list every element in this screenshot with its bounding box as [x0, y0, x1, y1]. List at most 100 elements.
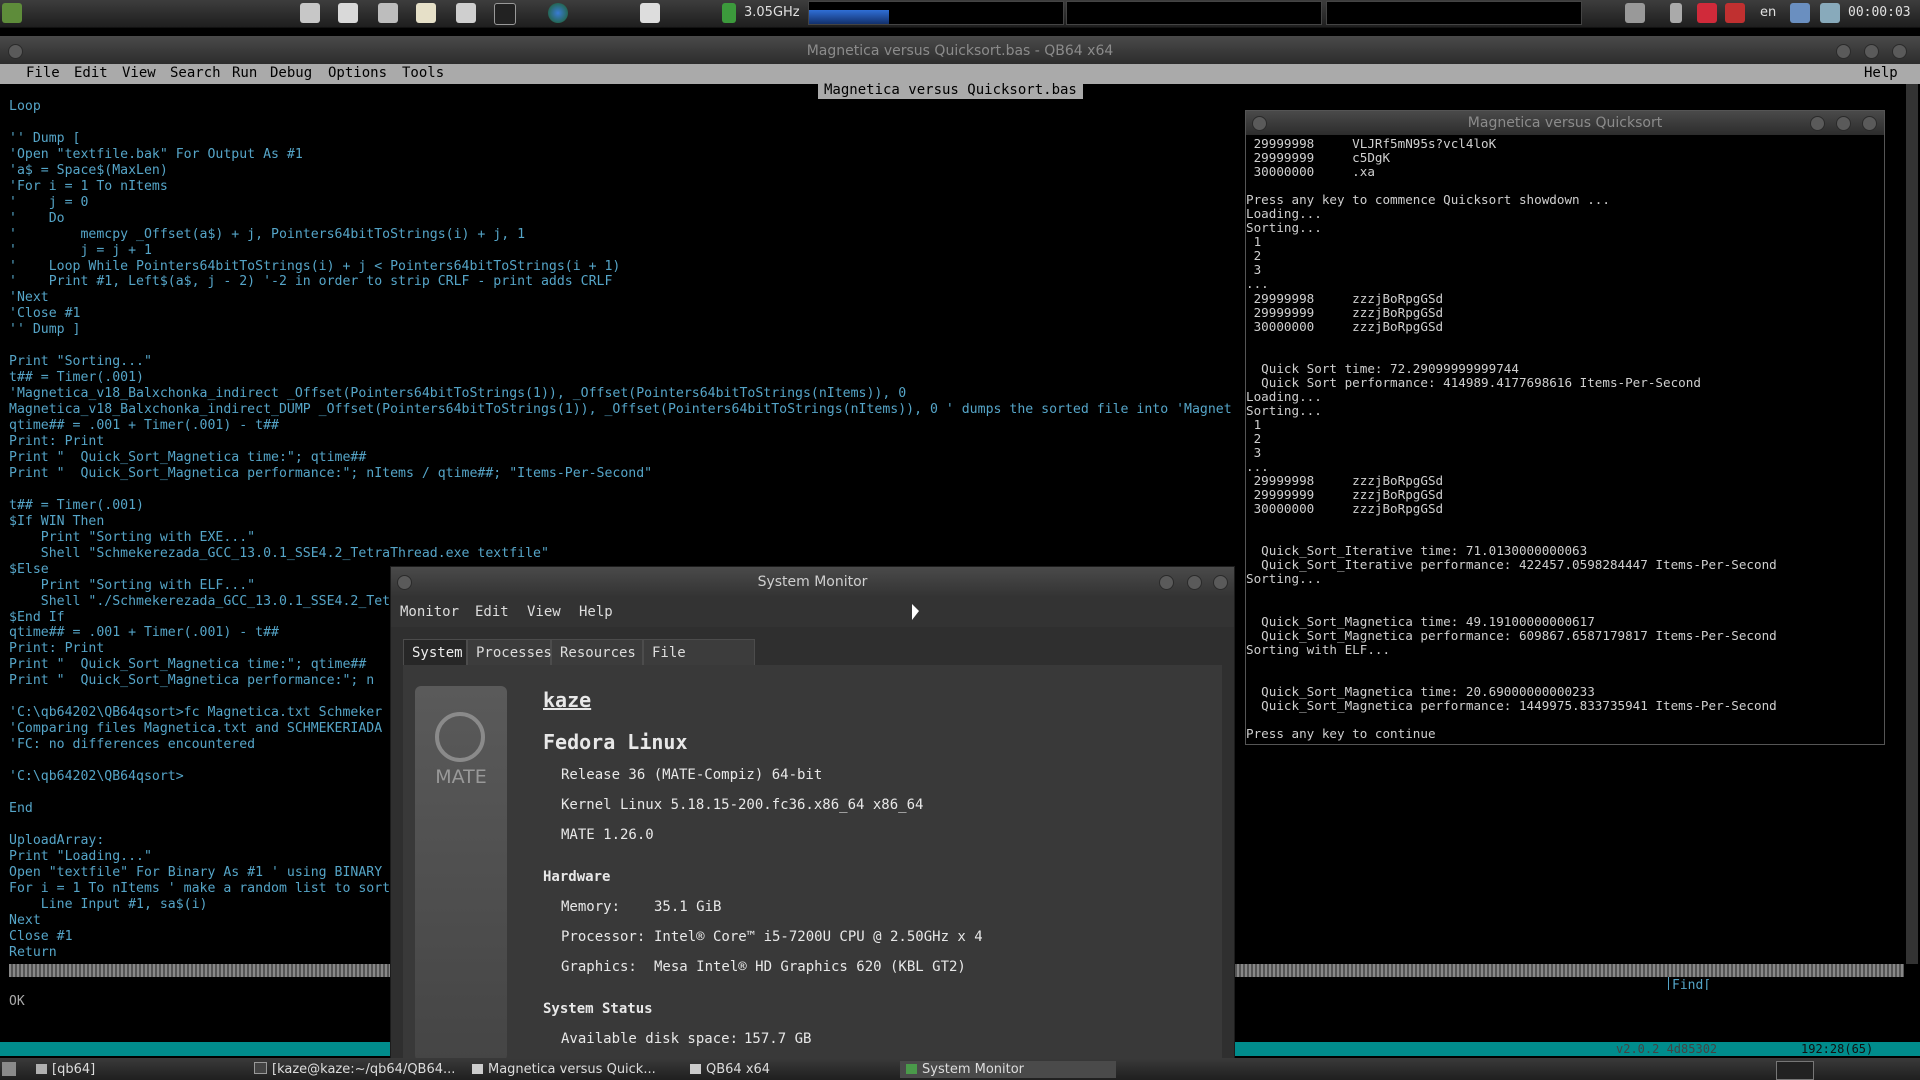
menu-options[interactable]: Options [328, 65, 387, 81]
minimize-icon[interactable] [1810, 116, 1825, 131]
vertical-scrollbar[interactable] [1906, 84, 1918, 964]
os-release: Release 36 (MATE-Compiz) 64-bit [561, 767, 823, 783]
system-monitor-title-bar[interactable]: System Monitor [391, 567, 1234, 597]
mate-logo-icon [435, 712, 485, 762]
mate-logo-text: MATE [435, 766, 487, 788]
qb64-menu-bar: File Edit View Search Run Debug Options … [0, 64, 1920, 84]
window-menu-icon[interactable] [1252, 116, 1267, 131]
memory-value: 35.1 GiB [654, 899, 722, 915]
menu-view[interactable]: View [527, 604, 561, 620]
desktop-version: MATE 1.26.0 [561, 827, 654, 843]
calculator-icon[interactable] [378, 3, 398, 23]
terminal-icon[interactable] [494, 3, 516, 25]
os-name: Fedora Linux [543, 730, 688, 754]
search-icon[interactable] [338, 3, 358, 23]
text-editor-icon[interactable] [416, 3, 436, 23]
cpu-graph [808, 1, 1064, 25]
memory-graph [1066, 1, 1322, 25]
maximize-icon[interactable] [1187, 575, 1202, 590]
minimize-icon[interactable] [1836, 44, 1851, 59]
top-panel: 3.05GHz en 00:00:03 [0, 0, 1920, 28]
file-tab: Magnetica versus Quicksort.bas [818, 82, 1083, 99]
menu-help[interactable]: Help [1864, 65, 1898, 81]
kernel-version: Kernel Linux 5.18.15-200.fc36.x86_64 x86… [561, 797, 924, 813]
system-monitor-menu-bar: Monitor Edit View Help [391, 597, 1234, 627]
clipboard-icon[interactable] [1820, 3, 1840, 23]
taskbar-item-qb64-folder[interactable]: [qb64] [36, 1061, 95, 1078]
taskbar: [qb64] [kaze@kaze:~/qb64/QB64... Magneti… [0, 1058, 1920, 1080]
system-monitor-window[interactable]: System Monitor Monitor Edit View Help Sy… [390, 566, 1235, 1061]
menu-icon[interactable] [2, 3, 22, 23]
tab-processes[interactable]: Processes [467, 639, 552, 666]
processor-label: Processor: [561, 929, 646, 945]
window-icon [472, 1064, 483, 1074]
close-icon[interactable] [1862, 116, 1877, 131]
menu-tools[interactable]: Tools [402, 65, 444, 81]
security-icon[interactable] [1697, 3, 1717, 23]
taskbar-item-label: System Monitor [922, 1062, 1025, 1077]
output-title-bar[interactable]: Magnetica versus Quicksort [1246, 111, 1884, 135]
maximize-icon[interactable] [1836, 116, 1851, 131]
volume-icon[interactable] [1625, 3, 1645, 23]
menu-search[interactable]: Search [170, 65, 221, 81]
close-icon[interactable] [1892, 44, 1907, 59]
output-window-title: Magnetica versus Quicksort [1467, 115, 1663, 131]
network-icon[interactable] [1790, 3, 1810, 23]
graphics-label: Graphics: [561, 959, 637, 975]
tab-resources[interactable]: Resources [551, 639, 643, 666]
memory-label: Memory: [561, 899, 621, 915]
taskbar-item-label: QB64 x64 [706, 1062, 771, 1077]
compiler-status: OK [9, 994, 25, 1009]
qb64-title-bar[interactable]: Magnetica versus Quicksort.bas - QB64 x6… [0, 36, 1920, 66]
system-monitor-title: System Monitor [757, 574, 868, 590]
taskbar-item-label: Magnetica versus Quick... [488, 1062, 656, 1077]
maximize-icon[interactable] [1864, 44, 1879, 59]
bluetooth-icon[interactable] [1670, 3, 1682, 23]
processor-value: Intel® Core™ i5-7200U CPU @ 2.50GHz x 4 [654, 929, 983, 945]
menu-file[interactable]: File [22, 65, 64, 81]
tab-system[interactable]: System [403, 639, 467, 666]
workspace-switcher[interactable] [1776, 1061, 1814, 1080]
taskbar-item-output[interactable]: Magnetica versus Quick... [472, 1061, 656, 1078]
cpu-freq-icon [722, 3, 736, 23]
window-menu-icon[interactable] [8, 44, 23, 59]
menu-monitor[interactable]: Monitor [400, 604, 459, 620]
taskbar-item-qb64[interactable]: QB64 x64 [690, 1061, 770, 1078]
cpu-frequency: 3.05GHz [744, 5, 800, 20]
mate-logo: MATE [415, 686, 507, 1061]
network-graph [1326, 1, 1582, 25]
close-icon[interactable] [1213, 575, 1228, 590]
menu-edit[interactable]: Edit [475, 604, 509, 620]
system-status-heading: System Status [543, 1001, 653, 1017]
system-tab-panel [403, 665, 1222, 1061]
version-label: v2.0.2 4d85302 [1616, 1042, 1718, 1056]
window-menu-icon[interactable] [397, 575, 412, 590]
package-manager-icon[interactable] [640, 3, 660, 23]
cursor-position: 192:28(65) [1801, 1042, 1874, 1056]
menu-debug[interactable]: Debug [270, 65, 312, 81]
menu-edit[interactable]: Edit [74, 65, 108, 81]
program-output-window[interactable]: Magnetica versus Quicksort 29999998 VLJR… [1245, 110, 1885, 745]
tab-file-systems[interactable]: File Systems [643, 639, 755, 688]
disk-space-value: 157.7 GB [744, 1031, 812, 1047]
menu-help[interactable]: Help [579, 604, 613, 620]
clock[interactable]: 00:00:03 [1848, 5, 1911, 20]
taskbar-item-terminal[interactable]: [kaze@kaze:~/qb64/QB64... [254, 1061, 455, 1078]
show-desktop-icon[interactable] [2, 1062, 16, 1076]
menu-view[interactable]: View [122, 65, 156, 81]
package-icon[interactable] [1725, 3, 1745, 23]
disk-space-label: Available disk space: [561, 1031, 739, 1047]
keyboard-layout[interactable]: en [1760, 5, 1776, 20]
image-viewer-icon[interactable] [456, 3, 476, 23]
console-output: 29999998 VLJRf5mN95s?vcl4loK 29999999 c5… [1246, 136, 1777, 741]
hardware-heading: Hardware [543, 869, 611, 885]
browser-icon[interactable] [548, 3, 568, 23]
taskbar-item-system-monitor[interactable]: System Monitor [900, 1061, 1116, 1078]
minimize-icon[interactable] [1159, 575, 1174, 590]
menu-run[interactable]: Run [232, 65, 257, 81]
qb64-window-title: Magnetica versus Quicksort.bas - QB64 x6… [806, 43, 1114, 59]
files-icon[interactable] [300, 3, 320, 23]
graphics-value: Mesa Intel® HD Graphics 620 (KBL GT2) [654, 959, 966, 975]
terminal-icon [254, 1062, 267, 1074]
system-monitor-icon [906, 1064, 917, 1074]
